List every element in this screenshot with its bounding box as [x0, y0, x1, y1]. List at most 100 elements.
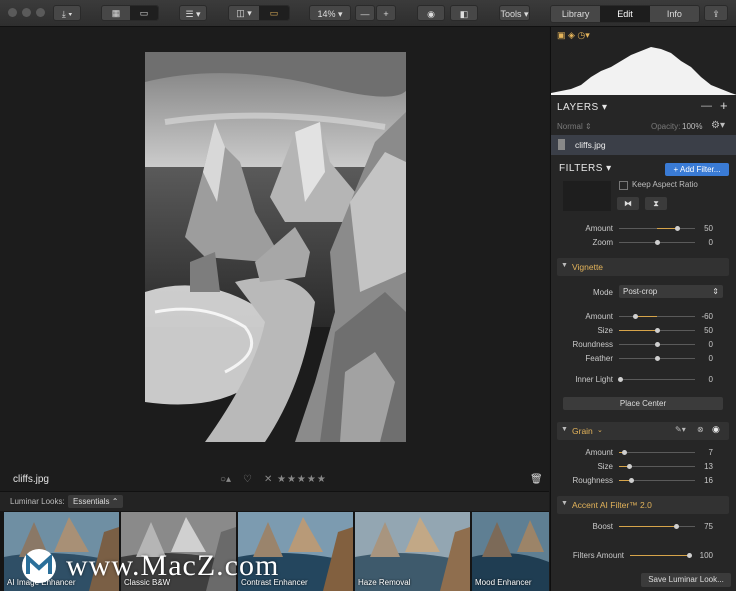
layers-header[interactable]: LAYERS ▾: [557, 102, 608, 113]
looks-label: Luminar Looks:: [10, 497, 65, 506]
photo-preview[interactable]: [145, 52, 406, 442]
grid-view-icon[interactable]: ▦: [102, 6, 130, 20]
vignette-amount-fill: [635, 316, 657, 317]
accent-title: Accent AI Filter™ 2.0: [572, 500, 652, 510]
preview-button[interactable]: ◉: [417, 5, 445, 21]
inner-light-handle[interactable]: [618, 377, 623, 382]
save-luminar-look-button[interactable]: Save Luminar Look...: [641, 573, 731, 587]
zoom-level: 14%: [317, 9, 336, 19]
top-toolbar: ⤓ ▾ ▦ ▭ ☰ ▾ ◫ ▾ ▭ 14% ▾ — + ◉ ◧ Tools ▾ …: [0, 0, 736, 27]
filters-amount-label: Filters Amount: [572, 551, 624, 560]
watermark: www.MacZ.com: [20, 545, 279, 587]
blend-mode-select[interactable]: Normal ⇕: [557, 122, 592, 131]
grain-roughness-label: Roughness: [572, 476, 613, 485]
crop-amount-handle[interactable]: [675, 226, 680, 231]
minimize-window-button[interactable]: [22, 8, 31, 17]
crop-preview: [563, 181, 611, 211]
inner-light-label: Inner Light: [575, 375, 613, 384]
share-button[interactable]: ⇪: [704, 5, 728, 21]
chevron-down-icon: ▼: [561, 262, 568, 269]
tab-info[interactable]: Info: [649, 6, 699, 22]
tools-dropdown[interactable]: Tools ▾: [499, 5, 530, 21]
image-filename: cliffs.jpg: [13, 474, 49, 485]
zoom-in-icon: +: [383, 9, 389, 19]
crop-amount-value: 50: [704, 224, 713, 233]
filters-amount-fill: [630, 555, 688, 556]
zoom-window-button[interactable]: [36, 8, 45, 17]
color-label-icon[interactable]: ○▴: [220, 474, 231, 485]
gear-icon[interactable]: ⚙▾: [711, 120, 725, 131]
crop-zoom-handle[interactable]: [655, 240, 660, 245]
vignette-amount-slider[interactable]: [619, 316, 695, 317]
download-icon: ⤓ ▾: [61, 9, 73, 19]
vignette-amount-value: -60: [701, 312, 713, 321]
layers-title: LAYERS: [557, 102, 599, 113]
looks-collection-value: Essentials: [73, 497, 110, 506]
vignette-amount-handle[interactable]: [633, 314, 638, 319]
watermark-text: www.MacZ.com: [66, 549, 280, 582]
boost-value: 75: [704, 522, 713, 531]
close-window-button[interactable]: [8, 8, 17, 17]
vignette-size-handle[interactable]: [655, 328, 660, 333]
grain-section-header[interactable]: ▼ Grain ⌄ ✎▾ ⊗ ◉: [557, 422, 729, 440]
opacity-value[interactable]: 100%: [682, 122, 702, 131]
compare-button[interactable]: ◧: [450, 5, 478, 21]
grain-size-handle[interactable]: [627, 464, 632, 469]
vignette-section-header[interactable]: ▼ Vignette: [557, 258, 729, 276]
grain-roughness-handle[interactable]: [629, 478, 634, 483]
blend-mode-value: Normal: [557, 122, 583, 131]
looks-bar: Luminar Looks: Essentials ⌃: [0, 491, 549, 512]
sidebar-icon[interactable]: ◫ ▾: [229, 6, 259, 20]
layer-name: cliffs.jpg: [575, 140, 606, 150]
brush-icon[interactable]: ✎▾: [675, 425, 686, 434]
opacity-label: Opacity:: [651, 122, 681, 131]
grain-amount-handle[interactable]: [622, 450, 627, 455]
filters-amount-value: 100: [699, 551, 713, 560]
add-layer-icon[interactable]: +: [720, 98, 728, 113]
zoom-out-button[interactable]: —: [355, 5, 375, 21]
flip-horizontal-icon[interactable]: ⧓: [617, 197, 639, 210]
vignette-roundness-label: Roundness: [572, 340, 613, 349]
grain-amount-slider[interactable]: [619, 452, 695, 453]
layer-thumbnail: [558, 139, 565, 150]
boost-handle[interactable]: [674, 524, 679, 529]
chevron-down-icon[interactable]: ⌄: [597, 426, 603, 434]
import-button[interactable]: ⤓ ▾: [53, 5, 81, 21]
add-filter-button[interactable]: + Add Filter...: [665, 163, 729, 176]
vignette-roundness-handle[interactable]: [655, 342, 660, 347]
single-view-icon[interactable]: ▭: [130, 6, 158, 20]
keep-aspect-label: Keep Aspect Ratio: [632, 180, 698, 189]
zoom-dropdown[interactable]: 14% ▾: [309, 5, 351, 21]
inner-light-slider[interactable]: [619, 379, 695, 380]
accent-section-header[interactable]: ▼ Accent AI Filter™ 2.0: [557, 496, 729, 514]
reset-icon[interactable]: ⊗: [697, 425, 704, 434]
place-center-button[interactable]: Place Center: [563, 397, 723, 410]
look-thumbnail[interactable]: Mood Enhancer: [472, 512, 549, 591]
eye-icon[interactable]: ◉: [712, 424, 720, 435]
vignette-feather-handle[interactable]: [655, 356, 660, 361]
watermark-logo-icon: [22, 549, 56, 583]
keep-aspect-checkbox[interactable]: [619, 181, 628, 190]
sort-button[interactable]: ☰ ▾: [179, 5, 207, 21]
look-thumbnail[interactable]: Haze Removal: [355, 512, 470, 591]
grain-amount-label: Amount: [585, 448, 613, 457]
vignette-size-fill: [619, 330, 657, 331]
tab-library[interactable]: Library: [551, 6, 601, 22]
crop-zoom-value: 0: [708, 238, 713, 247]
favorite-heart-icon[interactable]: ♡: [243, 474, 252, 485]
reject-icon[interactable]: ✕: [264, 474, 272, 485]
right-panel: ▣ ◈ ◷▾ LAYERS ▾ — + Normal ⇕ Opacity: 10…: [550, 27, 736, 591]
layer-item[interactable]: cliffs.jpg: [551, 135, 736, 155]
tab-edit[interactable]: Edit: [600, 6, 650, 22]
trash-icon[interactable]: 🗑: [530, 474, 543, 485]
star-rating[interactable]: ★★★★★: [277, 474, 327, 485]
share-icon: ⇪: [712, 9, 720, 19]
filmstrip-icon[interactable]: ▭: [259, 6, 289, 20]
looks-collection-select[interactable]: Essentials ⌃: [68, 495, 124, 508]
flip-vertical-icon[interactable]: ⧗: [645, 197, 667, 210]
vignette-mode-select[interactable]: Post-crop ⇕: [619, 285, 723, 298]
zoom-in-button[interactable]: +: [376, 5, 396, 21]
filters-header[interactable]: FILTERS ▾: [559, 163, 612, 174]
remove-layer-icon[interactable]: —: [701, 100, 712, 112]
histogram-graph: [551, 47, 736, 95]
